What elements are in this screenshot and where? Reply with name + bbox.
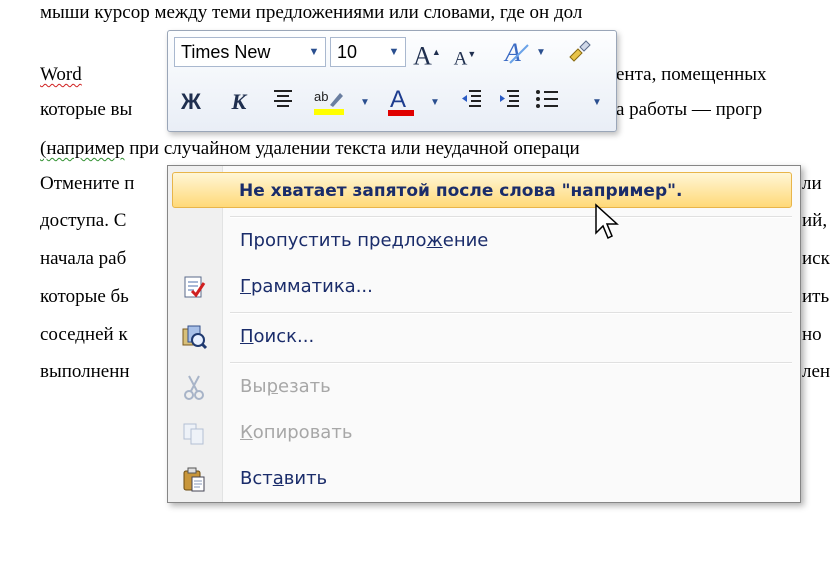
- grammar-label: Грамматика...: [240, 276, 373, 297]
- center-icon[interactable]: [268, 87, 298, 117]
- grammar-item[interactable]: Грамматика...: [168, 270, 798, 304]
- context-menu: Не хватает запятой после слова "например…: [167, 165, 801, 503]
- shrink-font-icon[interactable]: A▼: [450, 39, 480, 69]
- bold-icon[interactable]: Ж: [176, 87, 206, 117]
- grammar-flagged-word[interactable]: (например: [40, 138, 124, 159]
- font-size-combo[interactable]: 10 ▼: [330, 37, 406, 67]
- chevron-down-icon[interactable]: ▼: [383, 38, 405, 66]
- doc-frag-r8: но: [802, 324, 822, 345]
- doc-frag-r1: ента, помещенных: [616, 64, 767, 85]
- cut-item[interactable]: Вырезать: [168, 370, 798, 404]
- copy-icon: [180, 419, 208, 447]
- research-icon: [180, 323, 208, 351]
- chevron-down-icon[interactable]: ▼: [360, 97, 370, 108]
- grammar-icon: [180, 273, 208, 301]
- doc-line-3: (например при случайном удалении текста …: [40, 138, 580, 159]
- chevron-down-icon[interactable]: ▼: [536, 47, 546, 58]
- spelling-flagged-word[interactable]: Word: [40, 64, 82, 85]
- menu-separator: [230, 362, 792, 364]
- italic-icon[interactable]: К: [224, 87, 254, 117]
- doc-line-0: мыши курсор между теми предложениями или…: [40, 2, 583, 23]
- copy-item[interactable]: Копировать: [168, 416, 798, 450]
- svg-text:A: A: [503, 38, 521, 67]
- decrease-indent-icon[interactable]: [456, 87, 486, 117]
- highlight-icon[interactable]: ab: [312, 87, 344, 117]
- grow-font-icon[interactable]: A▲: [412, 37, 442, 71]
- chevron-down-icon[interactable]: ▼: [592, 97, 602, 108]
- increase-indent-icon[interactable]: [494, 87, 524, 117]
- chevron-down-icon[interactable]: ▼: [303, 38, 325, 66]
- cut-label: Вырезать: [240, 376, 331, 397]
- doc-line-5: доступа. С: [40, 210, 127, 231]
- ignore-sentence-item[interactable]: Пропустить предложение: [168, 224, 798, 258]
- highlight-text: ab: [314, 89, 328, 104]
- paste-label: Вставить: [240, 468, 328, 489]
- research-label: Поиск...: [240, 326, 315, 347]
- cut-icon: [180, 373, 208, 401]
- doc-line-1: Word: [40, 64, 82, 86]
- doc-frag-r6: иск: [802, 248, 830, 269]
- font-name-value: Times New: [181, 42, 271, 62]
- format-painter-icon[interactable]: [564, 37, 594, 67]
- research-item[interactable]: Поиск...: [168, 320, 798, 354]
- paste-item[interactable]: Вставить: [168, 462, 798, 496]
- ignore-sentence-label: Пропустить предложение: [240, 230, 489, 251]
- doc-line-2: которые вы: [40, 99, 133, 120]
- font-color-icon[interactable]: A: [386, 85, 416, 116]
- doc-line-4: Отмените п: [40, 173, 135, 194]
- copy-label: Копировать: [240, 422, 353, 443]
- doc-frag-r9: лен: [802, 361, 831, 382]
- doc-line-8: соседней к: [40, 324, 128, 345]
- font-size-value: 10: [337, 42, 358, 62]
- svg-text:A: A: [390, 86, 406, 113]
- doc-frag-r2: а работы — прогр: [616, 99, 763, 120]
- grammar-suggestion-label: Не хватает запятой после слова "например…: [239, 181, 683, 201]
- doc-frag-r5: ий,: [802, 210, 828, 231]
- doc-line-6: начала раб: [40, 248, 127, 269]
- bullets-icon[interactable]: [532, 87, 562, 117]
- mini-toolbar: Times New ▼ 10 ▼ A▲ A▼ A ▼ Ж К ab ▼ A ▼ …: [167, 30, 617, 132]
- chevron-down-icon[interactable]: ▼: [430, 97, 440, 108]
- styles-icon[interactable]: A: [502, 37, 532, 67]
- doc-line-7: которые бь: [40, 286, 129, 307]
- doc-frag-r4: ли: [802, 173, 822, 194]
- menu-separator: [230, 216, 792, 218]
- paste-icon: [180, 465, 208, 493]
- doc-frag-r7: ить: [802, 286, 830, 307]
- font-name-combo[interactable]: Times New ▼: [174, 37, 326, 67]
- mouse-pointer-icon: [595, 203, 619, 240]
- doc-line-9: выполненн: [40, 361, 130, 382]
- grammar-suggestion-item[interactable]: Не хватает запятой после слова "например…: [172, 172, 792, 208]
- menu-separator: [230, 312, 792, 314]
